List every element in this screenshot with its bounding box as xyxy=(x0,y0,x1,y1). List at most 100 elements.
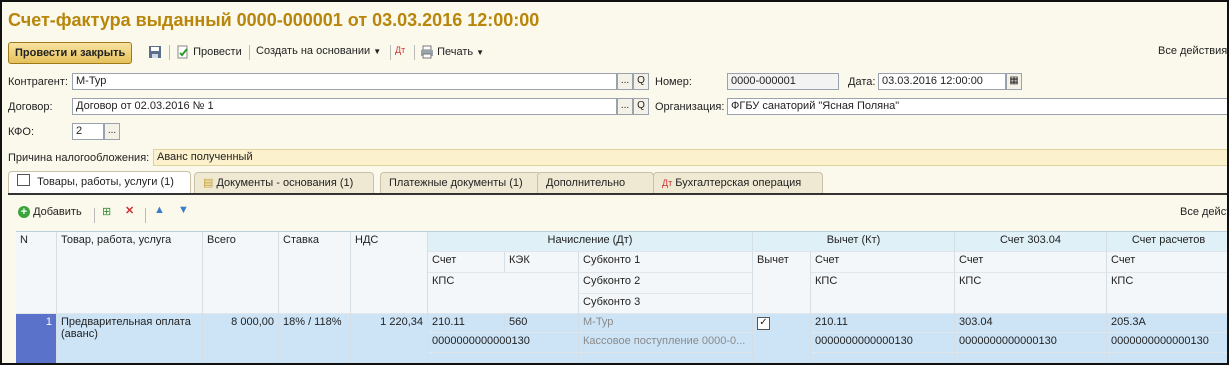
tab-label: Документы - основания (1) xyxy=(216,177,354,189)
tab-payment-documents[interactable]: Платежные документы (1) xyxy=(380,172,541,193)
row-kps-30304[interactable]: 0000000000000130 xyxy=(955,333,1107,353)
select-button[interactable]: ... xyxy=(104,123,120,140)
tab-goods[interactable]: Товары, работы, услуги (1) xyxy=(8,171,191,194)
search-icon[interactable]: Q xyxy=(633,98,649,115)
kfo-label: КФО: xyxy=(8,126,35,138)
account-transactions-icon[interactable]: Дт xyxy=(395,45,405,55)
date-field[interactable]: 03.03.2016 12:00:00 xyxy=(878,73,1006,90)
band-header-303-04: Счет 303.04 xyxy=(955,232,1107,252)
all-actions-menu[interactable]: Все действия xyxy=(1158,45,1227,57)
band-header-deduction: Вычет (Кт) xyxy=(753,232,955,252)
row-account-settle[interactable]: 205.3А xyxy=(1107,314,1227,333)
column-header-n[interactable]: N xyxy=(16,232,57,314)
delete-icon[interactable]: ✕ xyxy=(125,204,134,217)
column-header-account[interactable]: Счет xyxy=(811,252,955,273)
add-label: Добавить xyxy=(33,206,82,218)
post-label: Провести xyxy=(193,45,242,58)
move-down-icon[interactable]: ▼ xyxy=(178,204,189,216)
tab-additional[interactable]: Дополнительно xyxy=(537,172,654,193)
organization-field[interactable]: ФГБУ санаторий "Ясная Поляна" xyxy=(727,98,1227,115)
contract-field[interactable]: Договор от 02.03.2016 № 1 xyxy=(72,98,617,115)
reason-field[interactable]: Аванс полученный xyxy=(153,149,1227,166)
column-header-total[interactable]: Всего xyxy=(203,232,279,314)
column-header-kps[interactable]: КПС xyxy=(955,273,1107,314)
column-header-kek[interactable]: КЭК xyxy=(505,252,579,273)
separator xyxy=(169,45,170,60)
column-header-item[interactable]: Товар, работа, услуга xyxy=(57,232,203,314)
save-icon[interactable] xyxy=(148,45,162,59)
copy-row-icon[interactable]: ⊞ xyxy=(102,205,111,218)
row-vat[interactable]: 1 220,34 xyxy=(351,314,428,363)
select-button[interactable]: ... xyxy=(617,73,633,90)
number-field[interactable]: 0000-000001 xyxy=(727,73,839,90)
row-number[interactable]: 1 xyxy=(16,314,57,363)
row-kps-settle[interactable]: 0000000000000130 xyxy=(1107,333,1227,353)
row-account-30304[interactable]: 303.04 xyxy=(955,314,1107,333)
row-total[interactable]: 8 000,00 xyxy=(203,314,279,363)
column-header-subconto-1[interactable]: Субконто 1 xyxy=(579,252,753,273)
move-up-icon[interactable]: ▲ xyxy=(154,204,165,216)
tab-label: Дополнительно xyxy=(546,177,626,189)
column-header-subconto-3[interactable]: Субконто 3 xyxy=(579,294,753,314)
document-window: Счет-фактура выданный 0000-000001 от 03.… xyxy=(0,0,1229,365)
kfo-field[interactable]: 2 xyxy=(72,123,104,140)
column-header-account[interactable]: Счет xyxy=(428,252,505,273)
separator xyxy=(390,45,391,60)
calendar-icon[interactable]: ▦ xyxy=(1006,73,1022,90)
chevron-down-icon: ▼ xyxy=(373,47,382,56)
row-subconto-2[interactable]: Кассовое поступление 0000-0... xyxy=(579,333,753,353)
row-kek[interactable]: 560 xyxy=(505,314,579,333)
post-and-close-button[interactable]: Провести и закрыть xyxy=(8,42,133,64)
checkbox-checked-icon[interactable]: ✓ xyxy=(757,317,770,330)
add-button[interactable]: + Добавить xyxy=(18,206,82,218)
print-label: Печать xyxy=(437,45,474,58)
row-subconto-3[interactable] xyxy=(579,353,753,363)
tab-label: Товары, работы, услуги (1) xyxy=(37,176,174,188)
create-based-button[interactable]: Создать на основании ▼ xyxy=(256,45,381,57)
tab-bar: Товары, работы, услуги (1) ▤ Документы -… xyxy=(8,171,1227,195)
column-header-vat[interactable]: НДС xyxy=(351,232,428,314)
band-header-settlement: Счет расчетов xyxy=(1107,232,1227,252)
column-header-rate[interactable]: Ставка xyxy=(279,232,351,314)
create-based-label: Создать на основании xyxy=(256,45,371,57)
document-icon: ▤ xyxy=(203,177,214,189)
column-header-kps[interactable]: КПС xyxy=(428,273,579,314)
select-button[interactable]: ... xyxy=(617,98,633,115)
column-header-kps[interactable]: КПС xyxy=(811,273,955,314)
column-header-deduct[interactable]: Вычет xyxy=(753,252,811,314)
tab-base-documents[interactable]: ▤ Документы - основания (1) xyxy=(194,172,374,193)
tab-accounting-operation[interactable]: Дт Бухгалтерская операция xyxy=(653,172,823,193)
row-kps-dt[interactable]: 0000000000000130 xyxy=(428,333,579,353)
contract-label: Договор: xyxy=(8,101,53,113)
tab-label: Платежные документы (1) xyxy=(389,177,523,189)
table-all-actions-menu[interactable]: Все дейст xyxy=(1180,206,1227,218)
row-account-kt[interactable]: 210.11 xyxy=(811,314,955,333)
row-empty xyxy=(428,353,579,363)
row-empty xyxy=(955,353,1107,363)
contragent-field[interactable]: М-Тур xyxy=(72,73,617,90)
column-header-account[interactable]: Счет xyxy=(955,252,1107,273)
tab-underline xyxy=(8,193,1227,195)
reason-label: Причина налогообложения: xyxy=(8,152,150,164)
row-kps-kt[interactable]: 0000000000000130 xyxy=(811,333,955,353)
row-rate[interactable]: 18% / 118% xyxy=(279,314,351,363)
post-button[interactable]: Провести xyxy=(176,45,242,59)
column-header-account[interactable]: Счет xyxy=(1107,252,1227,273)
organization-label: Организация: xyxy=(655,101,725,113)
printer-icon xyxy=(421,45,433,59)
separator xyxy=(94,208,95,223)
contragent-label: Контрагент: xyxy=(8,76,68,88)
chevron-down-icon: ▼ xyxy=(476,47,485,57)
search-icon[interactable]: Q xyxy=(633,73,649,90)
column-header-kps[interactable]: КПС xyxy=(1107,273,1227,314)
print-button[interactable]: Печать ▼ xyxy=(420,45,484,59)
column-header-subconto-2[interactable]: Субконто 2 xyxy=(579,273,753,294)
row-item[interactable]: Предварительная оплата (аванс) xyxy=(57,314,203,363)
band-header-accrual: Начисление (Дт) xyxy=(428,232,753,252)
post-icon xyxy=(177,45,188,59)
page-title: Счет-фактура выданный 0000-000001 от 03.… xyxy=(8,10,540,30)
row-deduct[interactable]: ✓ xyxy=(753,314,811,363)
row-account-dt[interactable]: 210.11 xyxy=(428,314,505,333)
row-subconto-1[interactable]: М-Тур xyxy=(579,314,753,333)
row-empty xyxy=(1107,353,1227,363)
